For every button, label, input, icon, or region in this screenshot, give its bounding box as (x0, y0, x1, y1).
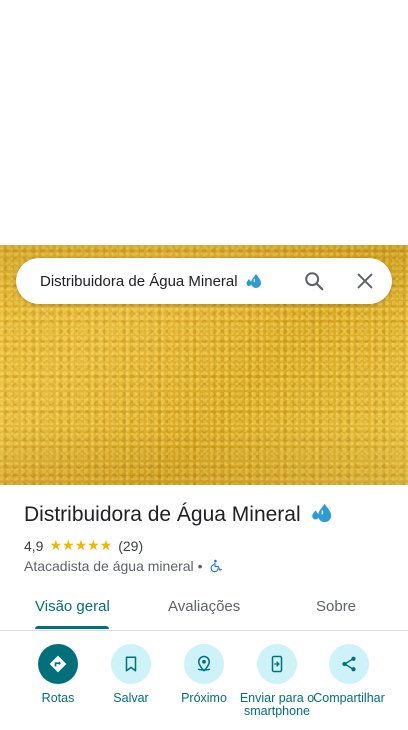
search-query[interactable]: Distribuidora de Água Mineral (40, 273, 238, 290)
directions-icon (49, 655, 67, 673)
save-button[interactable]: Salvar (93, 640, 169, 705)
map-blank-area (0, 0, 408, 245)
tab-reviews[interactable]: Avaliações (168, 598, 240, 615)
search-bar[interactable]: Distribuidora de Água Mineral (16, 258, 392, 304)
tab-bar: Visão geral Avaliações Sobre (0, 584, 408, 631)
place-title-text: Distribuidora de Água Mineral (24, 503, 301, 526)
place-title: Distribuidora de Água Mineral (24, 502, 335, 527)
search-icon[interactable] (303, 270, 325, 292)
star-rating-icon: ★★★★★ (49, 537, 113, 553)
directions-label: Rotas (41, 691, 75, 705)
close-icon[interactable] (354, 270, 376, 292)
share-circle[interactable] (329, 644, 369, 684)
wheelchair-accessible-icon (210, 559, 222, 573)
action-buttons: Rotas Salvar Próximo Enviar para o smart… (0, 640, 408, 730)
water-drops-icon (311, 503, 331, 523)
bookmark-icon (125, 656, 137, 672)
nearby-label: Próximo (181, 691, 227, 705)
tab-overview[interactable]: Visão geral (35, 598, 110, 615)
review-count[interactable]: (29) (118, 538, 143, 554)
share-icon (342, 656, 356, 672)
rating-row[interactable]: 4,9 ★★★★★ (29) (24, 537, 143, 554)
nearby-circle[interactable] (184, 644, 224, 684)
share-button[interactable]: Compartilhar (311, 640, 387, 705)
directions-circle[interactable] (38, 644, 78, 684)
save-circle[interactable] (111, 644, 151, 684)
send-to-phone-icon (271, 655, 283, 673)
send-to-phone-button[interactable]: Enviar para o smartphone (239, 640, 315, 718)
nearby-button[interactable]: Próximo (166, 640, 242, 705)
separator: • (197, 558, 203, 574)
directions-button[interactable]: Rotas (20, 640, 96, 705)
active-tab-indicator (35, 626, 109, 629)
water-drops-icon (246, 274, 261, 288)
send-to-phone-label: Enviar para o smartphone (239, 691, 315, 718)
nearby-icon (197, 655, 211, 672)
share-label: Compartilhar (313, 691, 385, 705)
category-row: Atacadista de água mineral • (24, 558, 223, 574)
send-to-phone-circle[interactable] (257, 644, 297, 684)
rating-value: 4,9 (24, 537, 44, 554)
tab-about[interactable]: Sobre (316, 598, 356, 615)
place-category: Atacadista de água mineral (24, 558, 194, 574)
save-label: Salvar (113, 691, 149, 705)
